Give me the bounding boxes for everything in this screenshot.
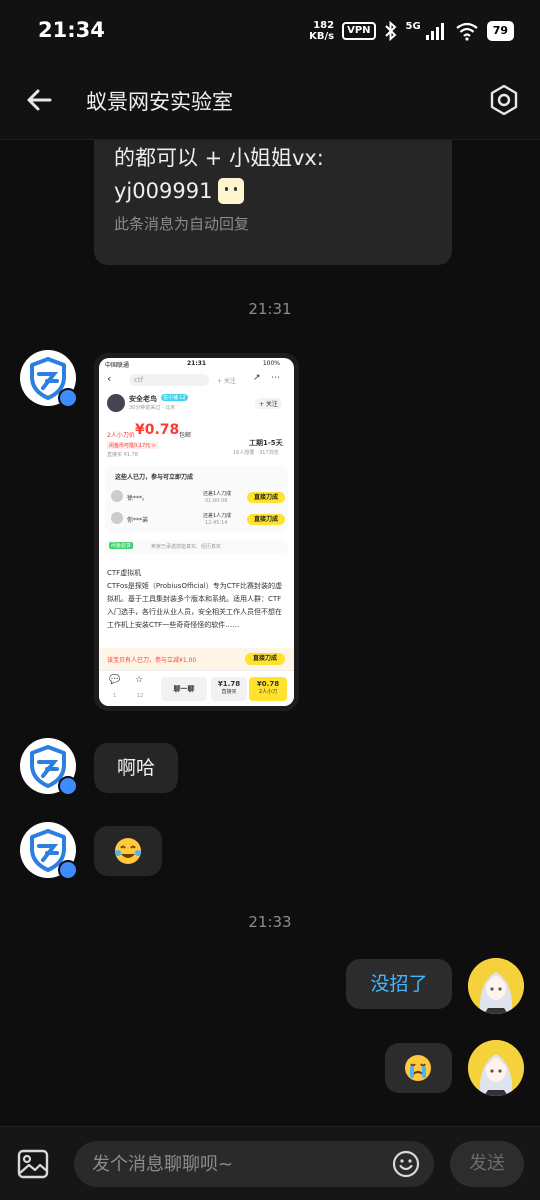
cut-card: 这些人已刀，参与可立即刀成 徐***。 还差1人刀成 01:00:08 直接刀成… [105, 466, 288, 532]
auto-reply-note: 此条消息为自动回复 [114, 215, 250, 233]
screenshot-status-bar: 中国联通 21:31 100% [105, 360, 280, 369]
laughing-crying-emoji-icon [115, 838, 141, 864]
chat-settings-button[interactable] [486, 82, 522, 118]
message-bubble[interactable] [385, 1043, 452, 1093]
message-bubble[interactable]: 没招了 [346, 959, 452, 1009]
message-bubble[interactable] [94, 826, 162, 876]
bluetooth-icon [384, 21, 396, 41]
back-icon: ‹ [107, 372, 112, 385]
timestamp: 21:31 [248, 300, 292, 318]
message-text: yj009991 [114, 178, 245, 204]
image-picker-button[interactable] [16, 1147, 50, 1181]
avatar[interactable] [468, 958, 524, 1014]
screenshot-search: ctf [129, 374, 209, 386]
chat-header: 蚁景网安实验室 [0, 62, 540, 140]
status-bar: 21:34 182 KB/s VPN 5G 79 [0, 0, 540, 62]
smile-icon [392, 1150, 420, 1178]
message-bubble[interactable]: 啊哈 [94, 743, 178, 793]
avatar[interactable] [468, 1040, 524, 1096]
verified-badge-icon [58, 388, 78, 408]
timestamp: 21:33 [248, 913, 292, 931]
arrow-left-icon [27, 89, 52, 111]
anime-avatar-icon [468, 1040, 524, 1096]
verified-badge-icon [58, 776, 78, 796]
send-button[interactable]: 发送 [450, 1141, 524, 1187]
emoji-button[interactable] [392, 1150, 420, 1178]
chat-title: 蚁景网安实验室 [86, 90, 233, 114]
avatar[interactable] [20, 822, 78, 880]
message-text: 啊哈 [116, 757, 155, 779]
avatar[interactable] [20, 738, 78, 796]
message-text: 的都可以 + 小姐姐vx: [114, 146, 324, 170]
crying-emoji-icon [405, 1055, 431, 1081]
message-composer: 发送 [0, 1126, 540, 1200]
avatar[interactable] [20, 350, 78, 408]
seller-avatar [107, 394, 125, 412]
auto-reply-bubble[interactable]: 的都可以 + 小姐姐vx: yj009991 此条消息为自动回复 [94, 140, 452, 265]
network-type: 5G [405, 20, 421, 32]
verify-strip: 闲鱼验货 卖家已承诺技能真实、经历真实 [105, 540, 288, 554]
message-input[interactable] [74, 1141, 434, 1187]
message-text: 没招了 [370, 973, 428, 995]
chat-messages[interactable]: 的都可以 + 小姐姐vx: yj009991 此条消息为自动回复 21:31 中… [0, 140, 540, 1126]
verified-badge-icon [58, 860, 78, 880]
signal-icon [425, 23, 444, 40]
more-icon: ⋯ [271, 373, 280, 383]
status-time: 21:34 [38, 18, 105, 42]
back-button[interactable] [22, 82, 58, 118]
cut-promo-bar: 该宝贝有人已刀，参与立减¥1.00 直接刀成 [99, 648, 294, 670]
anime-avatar-icon [468, 958, 524, 1014]
vpn-badge: VPN [342, 22, 376, 40]
screenshot-bottom-bar: 💬 1 ☆ 12 聊一聊 ¥1.78 直接买 ¥0.78 2人小刀 [99, 670, 294, 706]
wifi-icon [456, 22, 478, 41]
net-speed: 182 KB/s [309, 20, 335, 42]
hexagon-gear-icon [490, 84, 518, 116]
battery-indicator: 79 [486, 21, 514, 41]
shared-screenshot: 中国联通 21:31 100% ‹ ctf + 关注 ↗ ⋯ 安全老鸟 信小铺 … [99, 358, 294, 706]
image-message[interactable]: 中国联通 21:31 100% ‹ ctf + 关注 ↗ ⋯ 安全老鸟 信小铺 … [94, 353, 299, 711]
rabbit-emoji-icon [218, 178, 245, 204]
image-icon [17, 1149, 49, 1179]
share-icon: ↗ [253, 373, 261, 383]
status-icons: 182 KB/s VPN 5G 79 [309, 16, 514, 46]
